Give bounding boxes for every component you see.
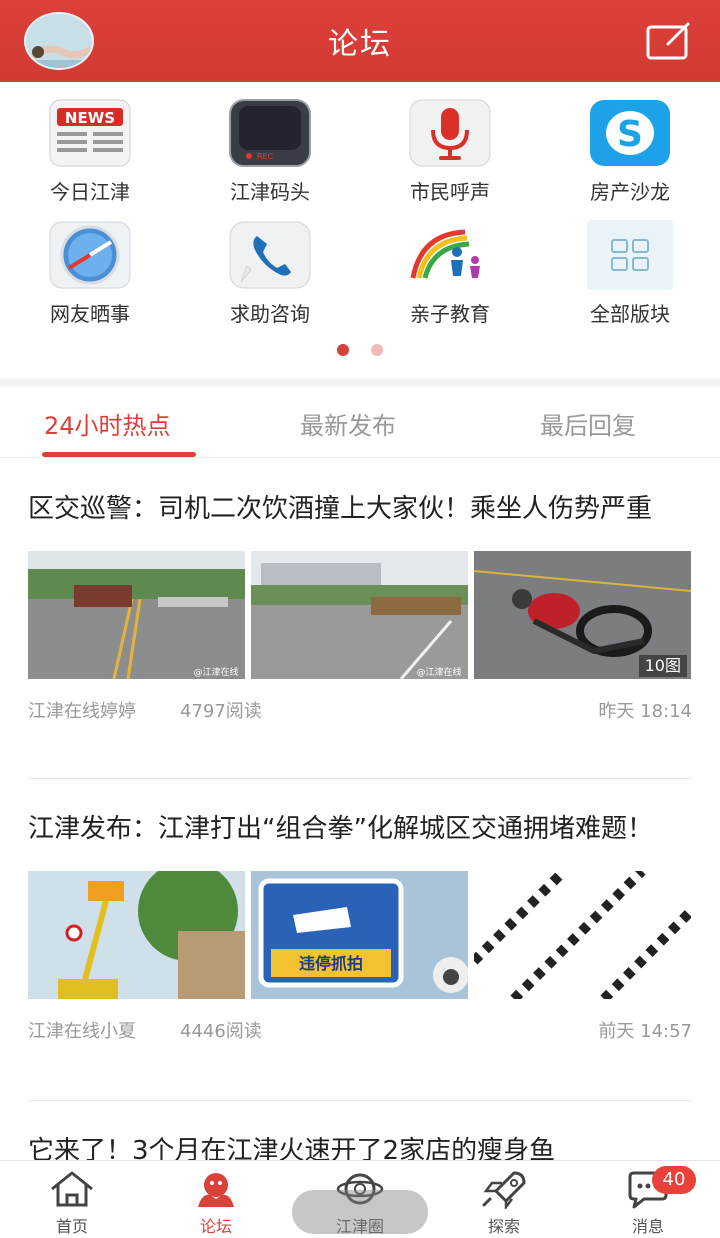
home-gesture-bar[interactable] <box>292 1190 428 1234</box>
section-label: 今日江津 <box>50 180 130 204</box>
nav-label: 论坛 <box>199 1217 232 1236</box>
post-author[interactable]: 江津在线婷婷 <box>28 697 136 723</box>
section-grid: NEWS 今日江津 REC 江津码头 市民呼声 S 房产沙龙 网友晒事 求助咨询… <box>0 82 720 378</box>
post-image[interactable]: @江津在线 <box>251 551 468 679</box>
image-count-badge: 10图 <box>638 655 687 677</box>
nav-label: 消息 <box>631 1217 664 1236</box>
post-time: 前天 14:57 <box>598 1021 692 1042</box>
family-rainbow-icon <box>407 220 493 290</box>
compass-icon <box>47 220 133 290</box>
image-watermark: @江津在线 <box>416 666 461 678</box>
compose-icon[interactable] <box>646 22 692 60</box>
rec-icon: REC <box>227 98 313 168</box>
post-item[interactable]: 江津发布：江津打出“组合拳”化解城区交通拥堵难题！ 违停抓拍 江津在线小夏 44… <box>28 808 692 1043</box>
phone-icon <box>227 220 313 290</box>
message-count-badge: 40 <box>652 1166 696 1194</box>
nav-label: 首页 <box>55 1217 88 1236</box>
post-thumbnails: @江津在线 @江津在线 10图 <box>28 551 692 679</box>
forum-page: 论坛 NEWS 今日江津 REC 江津码头 市民呼声 S 房产沙龙 网友晒事 求… <box>0 0 720 1238</box>
post-divider <box>28 1100 692 1101</box>
section-real-estate-salon[interactable]: S 房产沙龙 <box>540 98 720 205</box>
grid-icon <box>587 220 673 290</box>
section-help-consult[interactable]: 求助咨询 <box>180 220 360 327</box>
avatar[interactable] <box>24 12 94 70</box>
section-label: 房产沙龙 <box>590 180 670 204</box>
post-image[interactable] <box>28 871 245 999</box>
nav-home[interactable]: 首页 <box>22 1169 122 1237</box>
tab-latest-posts[interactable]: 最新发布 <box>300 406 396 441</box>
section-label: 求助咨询 <box>230 302 310 326</box>
post-image-placeholder[interactable] <box>474 871 691 999</box>
post-meta: 江津在线小夏 4446阅读 前天 14:57 <box>28 1017 692 1043</box>
section-netizen-share[interactable]: 网友晒事 <box>0 220 180 327</box>
section-jiangjin-wharf[interactable]: REC 江津码头 <box>180 98 360 205</box>
svg-text:NEWS: NEWS <box>65 109 115 127</box>
post-meta: 江津在线婷婷 4797阅读 昨天 18:14 <box>28 697 692 723</box>
post-read-count: 4446阅读 <box>180 1021 262 1042</box>
nav-label: 探索 <box>487 1217 520 1236</box>
post-image[interactable]: 10图 <box>474 551 691 679</box>
post-title[interactable]: 区交巡警：司机二次饮酒撞上大家伙！乘坐人伤势严重 <box>28 488 692 531</box>
section-citizen-voice[interactable]: 市民呼声 <box>360 98 540 205</box>
post-image[interactable]: @江津在线 <box>28 551 245 679</box>
section-label: 网友晒事 <box>50 302 130 326</box>
skype-icon: S <box>587 98 673 168</box>
home-icon <box>51 1171 93 1207</box>
post-time: 昨天 18:14 <box>598 701 692 722</box>
section-label: 全部版块 <box>590 302 670 326</box>
svg-text:REC: REC <box>257 152 274 161</box>
top-bar: 论坛 <box>0 0 720 82</box>
section-parenting-education[interactable]: 亲子教育 <box>360 220 540 327</box>
section-separator <box>0 378 720 386</box>
post-image[interactable]: 违停抓拍 <box>251 871 468 999</box>
forum-icon <box>198 1173 234 1207</box>
tab-bar: 24小时热点 最新发布 最后回复 <box>0 386 720 458</box>
news-icon: NEWS <box>47 98 133 168</box>
post-author[interactable]: 江津在线小夏 <box>28 1017 136 1043</box>
post-divider <box>28 778 692 779</box>
section-label: 市民呼声 <box>410 180 490 204</box>
post-item[interactable]: 区交巡警：司机二次饮酒撞上大家伙！乘坐人伤势严重 @江津在线 @江津在线 10图… <box>28 488 692 723</box>
tab-24h-hot[interactable]: 24小时热点 <box>44 406 171 441</box>
nav-forum[interactable]: 论坛 <box>166 1169 266 1237</box>
tab-last-reply[interactable]: 最后回复 <box>540 406 636 441</box>
image-watermark: @江津在线 <box>193 666 238 678</box>
section-label: 亲子教育 <box>410 302 490 326</box>
section-label: 江津码头 <box>230 180 310 204</box>
page-dot-active[interactable] <box>337 344 349 356</box>
section-all-boards[interactable]: 全部版块 <box>540 220 720 327</box>
page-title: 论坛 <box>328 27 392 62</box>
tab-active-indicator <box>42 452 196 457</box>
page-dot[interactable] <box>371 344 383 356</box>
rocket-icon <box>482 1171 526 1209</box>
post-title[interactable]: 江津发布：江津打出“组合拳”化解城区交通拥堵难题！ <box>28 808 692 851</box>
sign-text: 违停抓拍 <box>299 954 363 973</box>
post-thumbnails: 违停抓拍 <box>28 871 692 999</box>
svg-text:S: S <box>617 114 643 155</box>
nav-explore[interactable]: 探索 <box>454 1169 554 1237</box>
page-indicator <box>0 344 720 356</box>
microphone-icon <box>407 98 493 168</box>
section-today-jiangjin[interactable]: NEWS 今日江津 <box>0 98 180 205</box>
post-read-count: 4797阅读 <box>180 701 262 722</box>
